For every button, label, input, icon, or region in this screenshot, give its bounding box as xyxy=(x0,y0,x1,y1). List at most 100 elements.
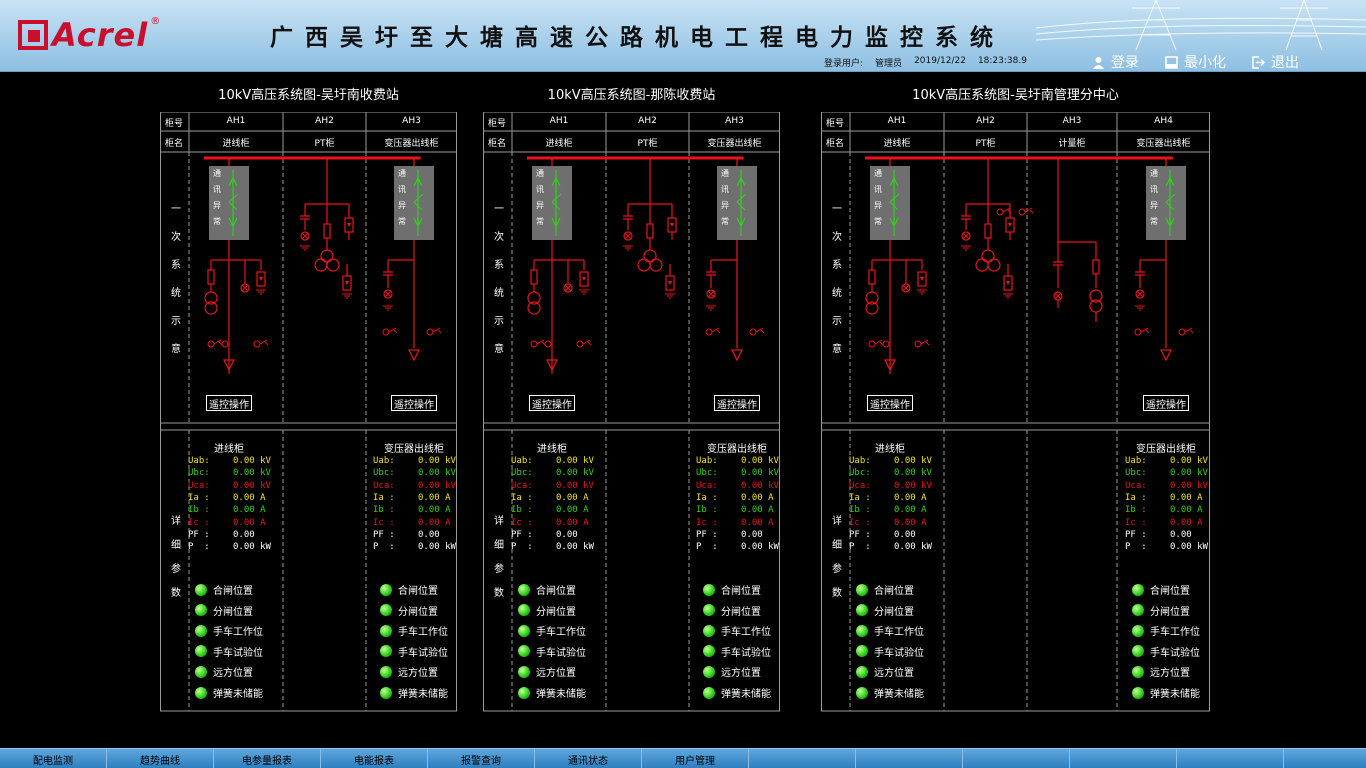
comm-fault-char: 异 xyxy=(213,201,221,210)
status-led-icon xyxy=(856,583,868,596)
switch-blade xyxy=(582,339,592,346)
meas-label: Uab: xyxy=(696,456,718,466)
status-label: 分闸位置 xyxy=(213,606,253,618)
meas-value: 0.00 A xyxy=(556,492,589,503)
meas-label: Ubc: xyxy=(373,468,395,479)
status-led-icon xyxy=(856,624,868,637)
meas-value: 0.00 kW xyxy=(418,542,456,553)
status-item: 分闸位置 xyxy=(856,603,914,618)
remote-operation-button-incoming[interactable]: 遥控操作 xyxy=(206,395,252,411)
remote-operation-button-transformer[interactable]: 遥控操作 xyxy=(391,395,437,411)
nav-item[interactable]: 电能报表 xyxy=(321,749,428,768)
meas-label: P : xyxy=(188,542,210,553)
nav-item[interactable]: 用户管理 xyxy=(642,749,749,768)
indicator-cross xyxy=(707,290,715,298)
remote-operation-button-incoming[interactable]: 遥控操作 xyxy=(529,395,575,411)
meas-value: 0.00 A xyxy=(741,517,774,528)
meas-label: Ic : xyxy=(849,517,871,528)
meas-label: Ia : xyxy=(696,492,718,503)
capacitor-symbol xyxy=(383,271,393,276)
login-label: 登录用户: xyxy=(824,59,864,69)
nav-item-empty[interactable] xyxy=(963,749,1070,768)
login-button-label: 登录 xyxy=(1111,55,1139,71)
meas-label: PF : xyxy=(1125,529,1147,540)
meas-value: 0.00 A xyxy=(418,492,451,503)
system-panel: 柜号 柜名 AH1 进线柜 AH2 PT柜 AH3 变压器出线柜一次系统示意详细参数通讯异常通… xyxy=(483,112,780,712)
nav-item-empty[interactable] xyxy=(749,749,856,768)
meas-label: Uca: xyxy=(849,480,871,491)
comm-fault-char: 异 xyxy=(874,201,882,210)
nav-item[interactable]: 趋势曲线 xyxy=(107,749,214,768)
fuse-symbol xyxy=(646,223,654,239)
detail-params-label-char: 数 xyxy=(832,588,842,599)
status-label: 手车工作位 xyxy=(721,627,771,639)
switch-contact xyxy=(382,328,390,336)
status-item: 手车试验位 xyxy=(195,644,263,659)
switch-contact xyxy=(882,340,890,348)
meas-value: 0.00 kV xyxy=(1170,480,1208,491)
cabinet-name: 变压器出线柜 xyxy=(384,139,439,149)
comm-fault-char: 讯 xyxy=(721,185,729,194)
status-led-icon xyxy=(856,645,868,658)
detail-params-label-char: 参 xyxy=(832,564,842,575)
comm-fault-char: 常 xyxy=(721,217,729,226)
detail-title: 进线柜 xyxy=(875,444,905,455)
status-led-icon xyxy=(703,686,715,699)
remote-operation-button-incoming[interactable]: 遥控操作 xyxy=(867,395,913,411)
meas-label: PF : xyxy=(511,529,533,540)
meas-value: 0.00 xyxy=(233,529,255,540)
minimize-button[interactable]: 最小化 xyxy=(1165,52,1226,72)
ground-symbol xyxy=(342,293,352,299)
exit-button[interactable]: 退出 xyxy=(1252,52,1299,72)
remote-operation-button-transformer[interactable]: 遥控操作 xyxy=(714,395,760,411)
status-label: 远方位置 xyxy=(213,668,253,680)
switch-blade xyxy=(259,339,269,346)
meas-label: Ic : xyxy=(373,517,395,528)
pt-winding xyxy=(975,258,989,272)
status-led-icon xyxy=(518,624,530,637)
nav-item[interactable]: 电参量报表 xyxy=(214,749,321,768)
nav-item-empty[interactable] xyxy=(1070,749,1177,768)
primary-system-label-char: 统 xyxy=(171,288,181,299)
status-label: 手车试验位 xyxy=(213,647,263,659)
detail-title: 进线柜 xyxy=(537,444,567,455)
meas-value: 0.00 kV xyxy=(418,468,456,479)
switch-blade xyxy=(920,339,930,346)
primary-system-label-char: 一 xyxy=(171,204,181,215)
app-title: 广西吴圩至大塘高速公路机电工程电力监控系统 xyxy=(270,24,1005,51)
status-label: 合闸位置 xyxy=(536,586,576,597)
nav-item[interactable]: 报警查询 xyxy=(428,749,535,768)
meas-label: Ic : xyxy=(511,517,533,528)
fuse-symbol xyxy=(323,223,331,239)
arrester-arrow xyxy=(259,277,263,281)
app-window: Acrel ® 广西吴圩至大塘高速公路机电工程电力监控系统 登录用户: 管理员 … xyxy=(0,0,1366,768)
meas-label: Ic : xyxy=(696,517,718,528)
detail-params-label-char: 详 xyxy=(832,516,842,527)
status-label: 手车试验位 xyxy=(721,647,771,659)
meas-value: 0.00 xyxy=(1170,529,1192,540)
detail-params-label-char: 细 xyxy=(171,540,181,551)
status-led-icon xyxy=(703,604,715,617)
status-led-icon xyxy=(380,583,392,596)
nav-item-empty[interactable] xyxy=(1177,749,1284,768)
header-buttons: 登录 最小化 退出 xyxy=(1092,52,1299,72)
login-button[interactable]: 登录 xyxy=(1092,52,1139,72)
nav-item[interactable]: 通讯状态 xyxy=(535,749,642,768)
status-led-icon xyxy=(1132,645,1144,658)
remote-operation-button-transformer[interactable]: 遥控操作 xyxy=(1143,395,1189,411)
capacitor-symbol xyxy=(706,271,716,276)
nav-item-empty[interactable] xyxy=(856,749,963,768)
indicator-cross xyxy=(1136,290,1144,298)
cabinet-name: 进线柜 xyxy=(545,139,573,149)
arrester-arrow xyxy=(1008,223,1012,227)
nav-item[interactable]: 配电监测 xyxy=(0,749,107,768)
switch-contact xyxy=(868,340,876,348)
indicator-cross xyxy=(962,232,970,240)
meas-label: Ia : xyxy=(373,492,395,503)
status-item: 合闸位置 xyxy=(518,582,576,597)
status-led-icon xyxy=(1132,583,1144,596)
outgoing-arrow xyxy=(1160,349,1172,362)
indicator-cross xyxy=(624,232,632,240)
panel-title: 10kV高压系统图-吴圩南收费站 xyxy=(218,88,399,103)
pt-winding xyxy=(637,258,651,272)
